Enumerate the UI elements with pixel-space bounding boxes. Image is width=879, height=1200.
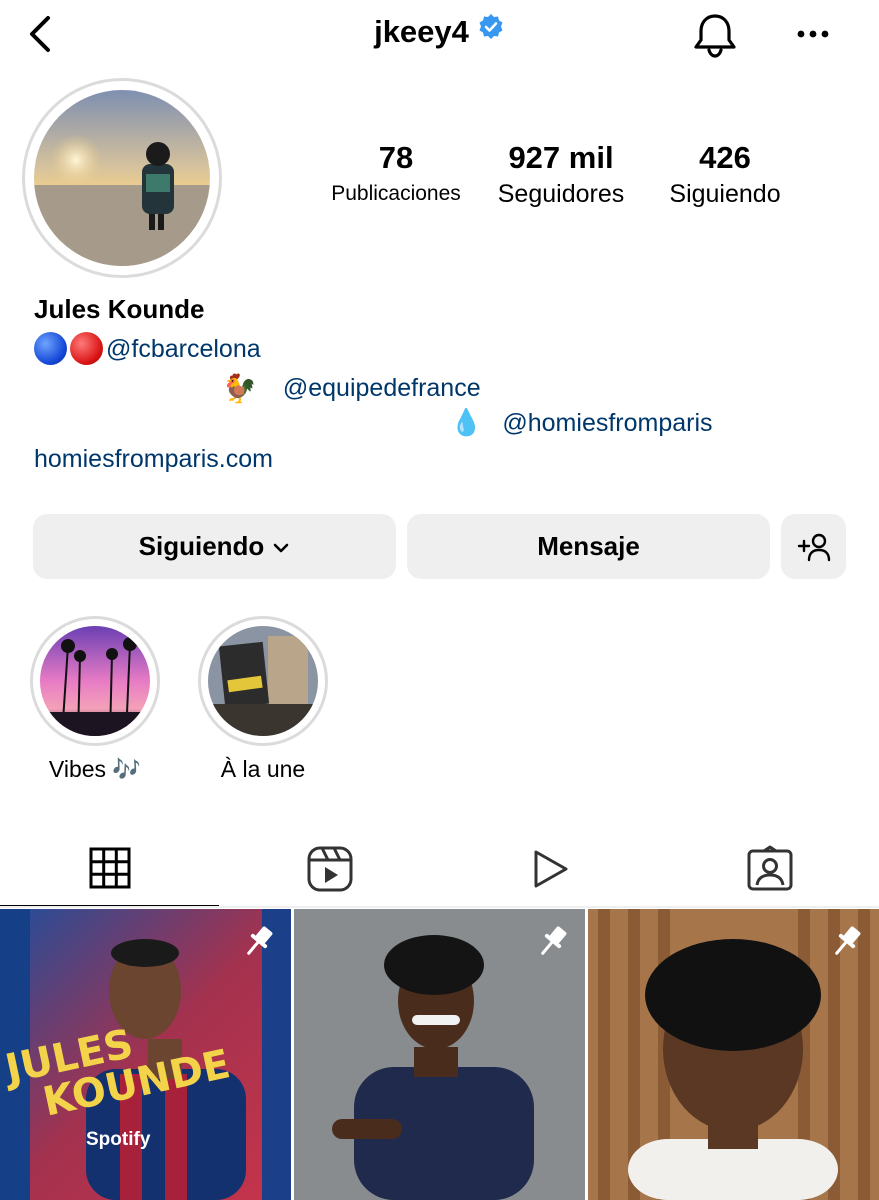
mention-fcbarcelona[interactable]: @fcbarcelona xyxy=(106,335,261,363)
grid-post[interactable] xyxy=(588,909,879,1200)
mention-equipedefrance[interactable]: @equipedefrance xyxy=(283,374,481,402)
pin-icon xyxy=(535,923,571,964)
highlight-label: Vibes 🎶 xyxy=(48,756,142,782)
posts-stat[interactable]: 78 Publicaciones xyxy=(318,140,474,212)
bio-line-barcelona: @fcbarcelona xyxy=(34,332,261,367)
add-user-button[interactable] xyxy=(781,514,846,579)
followers-label: Seguidores xyxy=(497,180,625,208)
following-label: Siguiendo xyxy=(669,180,781,208)
tab-tagged[interactable] xyxy=(660,830,879,908)
blue-circle-emoji-icon xyxy=(34,332,67,365)
profile-name: Jules Kounde xyxy=(34,294,205,324)
tabs-divider xyxy=(0,906,879,908)
bio-line-homiesfromparis: 💧 @homiesfromparis xyxy=(450,407,713,438)
highlight-label: À la une xyxy=(220,756,306,782)
tagged-icon xyxy=(747,845,792,891)
post-sponsor-label: Spotify xyxy=(86,1129,151,1150)
profile-title: jkeey4 xyxy=(0,13,879,52)
following-button-label: Siguiendo xyxy=(138,531,265,561)
following-stat[interactable]: 426 Siguiendo xyxy=(650,140,800,212)
droplet-emoji-icon: 💧 xyxy=(450,407,483,437)
pin-icon xyxy=(241,923,277,964)
message-button-label: Mensaje xyxy=(537,531,640,561)
pin-icon xyxy=(829,923,865,964)
grid-post[interactable] xyxy=(294,909,585,1200)
verified-badge-icon xyxy=(477,13,505,49)
highlight-ring xyxy=(198,616,328,746)
bio-line-equipedefrance: 🐓 @equipedefrance xyxy=(222,370,481,404)
following-button[interactable]: Siguiendo xyxy=(33,514,396,579)
avatar[interactable] xyxy=(34,90,210,266)
top-bar: jkeey4 xyxy=(0,0,879,70)
reels-icon xyxy=(307,846,352,892)
rooster-emoji-icon: 🐓 xyxy=(222,373,257,404)
followers-stat[interactable]: 927 mil Seguidores xyxy=(482,140,640,212)
red-circle-emoji-icon xyxy=(70,332,103,365)
play-icon xyxy=(534,850,567,888)
website-link[interactable]: homiesfromparis.com xyxy=(34,445,273,474)
tab-reels[interactable] xyxy=(220,830,439,908)
highlight-cover-palm-trees xyxy=(40,626,150,736)
notifications-button[interactable] xyxy=(690,10,740,60)
highlight-a-la-une[interactable]: À la une xyxy=(198,616,328,783)
bell-icon xyxy=(694,14,736,58)
posts-count: 78 xyxy=(378,140,414,175)
add-user-icon xyxy=(797,533,830,561)
message-button[interactable]: Mensaje xyxy=(407,514,770,579)
grid-icon xyxy=(89,847,130,888)
more-horizontal-icon xyxy=(797,30,829,38)
chevron-down-icon xyxy=(272,531,290,562)
more-options-button[interactable] xyxy=(793,14,833,54)
following-count: 426 xyxy=(699,140,751,175)
tab-videos[interactable] xyxy=(440,830,659,908)
highlight-vibes[interactable]: Vibes 🎶 xyxy=(30,616,160,783)
mention-homiesfromparis[interactable]: @homiesfromparis xyxy=(502,409,712,437)
followers-count: 927 mil xyxy=(508,140,614,175)
highlight-ring xyxy=(30,616,160,746)
highlight-cover-street xyxy=(208,626,318,736)
grid-post[interactable]: JULES KOUNDE Spotify xyxy=(0,909,291,1200)
tab-posts-grid[interactable] xyxy=(0,830,219,908)
profile-tabs xyxy=(0,830,879,908)
posts-label: Publicaciones xyxy=(331,182,461,205)
username: jkeey4 xyxy=(374,14,469,49)
